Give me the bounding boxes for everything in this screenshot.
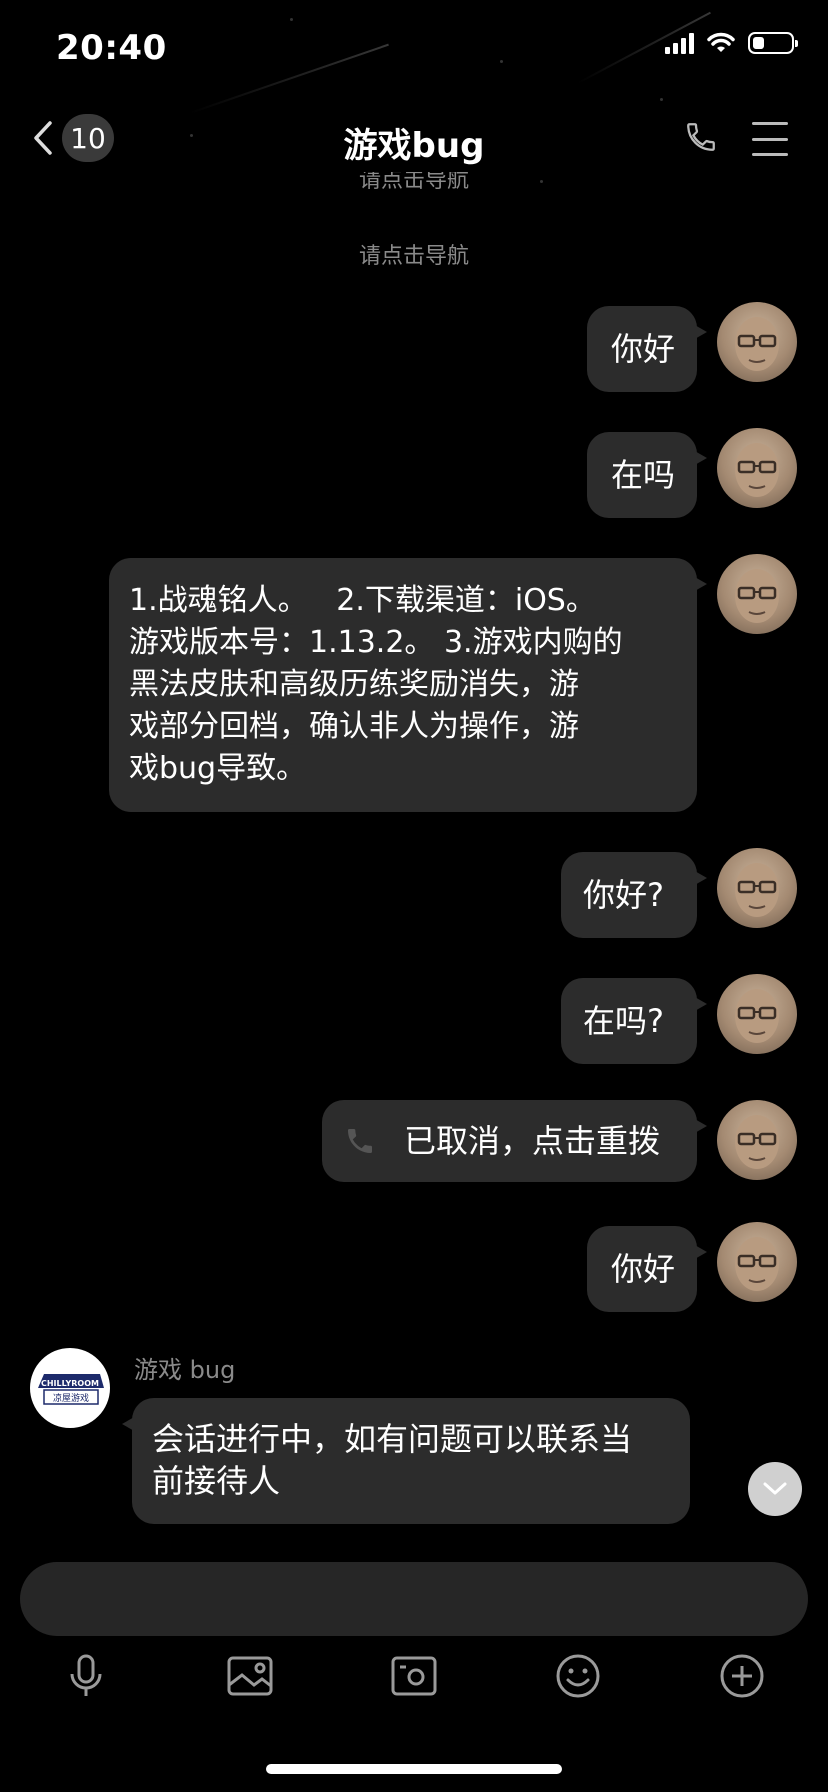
phone-icon [348, 1129, 372, 1153]
message-text: 会话进行中，如有问题可以联系当 前接待人 [152, 1420, 633, 1500]
background-star [660, 98, 663, 101]
avatar-glasses-face [735, 989, 779, 1043]
call-button[interactable] [684, 120, 724, 160]
call-redial-text: 已取消，点击重拨 [404, 1122, 661, 1160]
message-text: 你好 [611, 1250, 676, 1288]
chillyroom-logo: CHILLYROOM 凉屋游戏 [38, 1374, 104, 1405]
message-input[interactable] [20, 1562, 808, 1636]
image-icon [227, 1656, 273, 1696]
message-text: 你好 [611, 330, 676, 368]
my-avatar[interactable] [717, 1222, 797, 1302]
status-time: 20:40 [56, 28, 167, 68]
my-avatar[interactable] [717, 848, 797, 928]
chevron-down-icon [763, 1482, 787, 1495]
message-bubble[interactable]: 会话进行中，如有问题可以联系当 前接待人 [122, 1398, 690, 1524]
menu-button[interactable] [752, 122, 788, 156]
sender-name: 游戏 bug [134, 1356, 236, 1384]
avatar-glasses-face [735, 569, 779, 623]
message-bubble[interactable]: 你好 [587, 306, 707, 392]
avatar-glasses-face [735, 443, 779, 497]
my-avatar[interactable] [717, 554, 797, 634]
message-text: 在吗? [583, 1002, 664, 1040]
my-avatar[interactable] [717, 302, 797, 382]
microphone-icon [70, 1654, 102, 1696]
battery-level [753, 37, 764, 49]
status-icons [665, 32, 798, 54]
background-streak [189, 43, 389, 114]
system-note[interactable]: 请点击导航 [0, 238, 828, 270]
avatar-glasses-face [735, 317, 779, 371]
my-avatar[interactable] [717, 428, 797, 508]
avatar-glasses-face [735, 1115, 779, 1169]
camera-icon [391, 1656, 437, 1696]
phone-icon [687, 123, 715, 151]
avatar-glasses-face [735, 863, 779, 917]
message-bubble[interactable]: 你好 [587, 1226, 707, 1312]
contact-avatar[interactable]: CHILLYROOM 凉屋游戏 [30, 1348, 110, 1428]
emoji-icon [556, 1654, 600, 1698]
scroll-down-button[interactable] [748, 1462, 802, 1516]
emoji-button[interactable] [550, 1648, 606, 1704]
call-redial-bubble[interactable]: 已取消，点击重拨 [322, 1100, 707, 1182]
battery-icon [748, 32, 798, 54]
message-bubble[interactable]: 在吗 [587, 432, 707, 518]
message-text: 在吗 [611, 456, 676, 494]
message-text: 1.战魂铭人。 2.下载渠道：iOS。 游戏版本号：1.13.2。 3.游戏内购… [129, 583, 623, 786]
signal-icon [665, 32, 694, 54]
camera-button[interactable] [386, 1648, 442, 1704]
my-avatar[interactable] [717, 1100, 797, 1180]
logo-line2: 凉屋游戏 [53, 1392, 89, 1404]
image-button[interactable] [222, 1648, 278, 1704]
message-bubble[interactable]: 在吗? [561, 978, 707, 1064]
system-note-text: 请点击导航 [358, 172, 469, 193]
voice-button[interactable] [58, 1648, 114, 1704]
wifi-icon [707, 32, 735, 52]
message-text: 你好? [583, 876, 664, 914]
message-bubble[interactable]: 你好? [561, 852, 707, 938]
home-indicator [266, 1764, 562, 1774]
message-bubble[interactable]: 1.战魂铭人。 2.下载渠道：iOS。 游戏版本号：1.13.2。 3.游戏内购… [109, 558, 707, 812]
plus-icon [720, 1654, 764, 1698]
my-avatar[interactable] [717, 974, 797, 1054]
more-button[interactable] [714, 1648, 770, 1704]
background-star [290, 18, 293, 21]
system-note[interactable]: 请点击导航 [0, 172, 828, 194]
avatar-glasses-face [735, 1237, 779, 1291]
background-star [500, 60, 503, 63]
logo-line1: CHILLYROOM [41, 1379, 99, 1388]
